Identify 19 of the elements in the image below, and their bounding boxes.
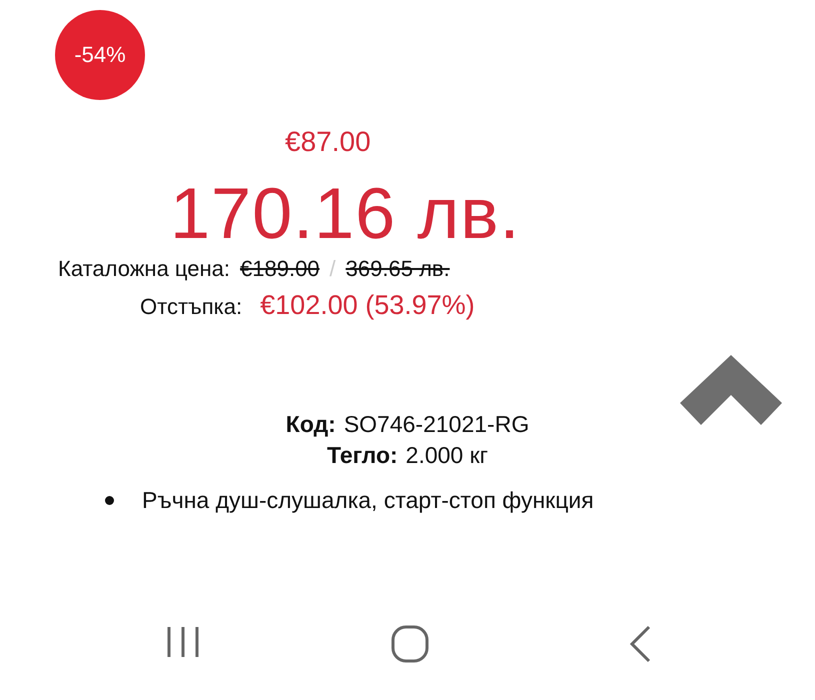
detail-value: SO746-21021-RG — [344, 411, 530, 438]
price-bgn: 170.16 лв. — [170, 174, 520, 254]
price-separator: / — [330, 256, 336, 282]
detail-value: 2.000 кг — [406, 442, 488, 469]
discount-badge: -54% — [55, 10, 145, 100]
scroll-top-chevron-icon[interactable] — [680, 355, 782, 425]
old-price-bgn: 369.65 лв. — [346, 256, 450, 282]
old-price-eur: €189.00 — [240, 256, 320, 282]
detail-label: Код: — [286, 411, 336, 438]
back-icon[interactable] — [628, 625, 652, 663]
feature-text: Ръчна душ-слушалка, старт-стоп функция — [142, 487, 594, 514]
discount-label: Отстъпка: — [140, 294, 242, 320]
price-eur: €87.00 — [285, 126, 371, 157]
bullet-icon — [105, 496, 114, 505]
detail-label: Тегло: — [326, 442, 398, 469]
catalog-price-label: Каталожна цена: — [58, 256, 230, 282]
discount-value: €102.00 (53.97%) — [260, 290, 475, 321]
recents-icon[interactable] — [166, 625, 200, 659]
home-icon[interactable] — [391, 625, 429, 663]
